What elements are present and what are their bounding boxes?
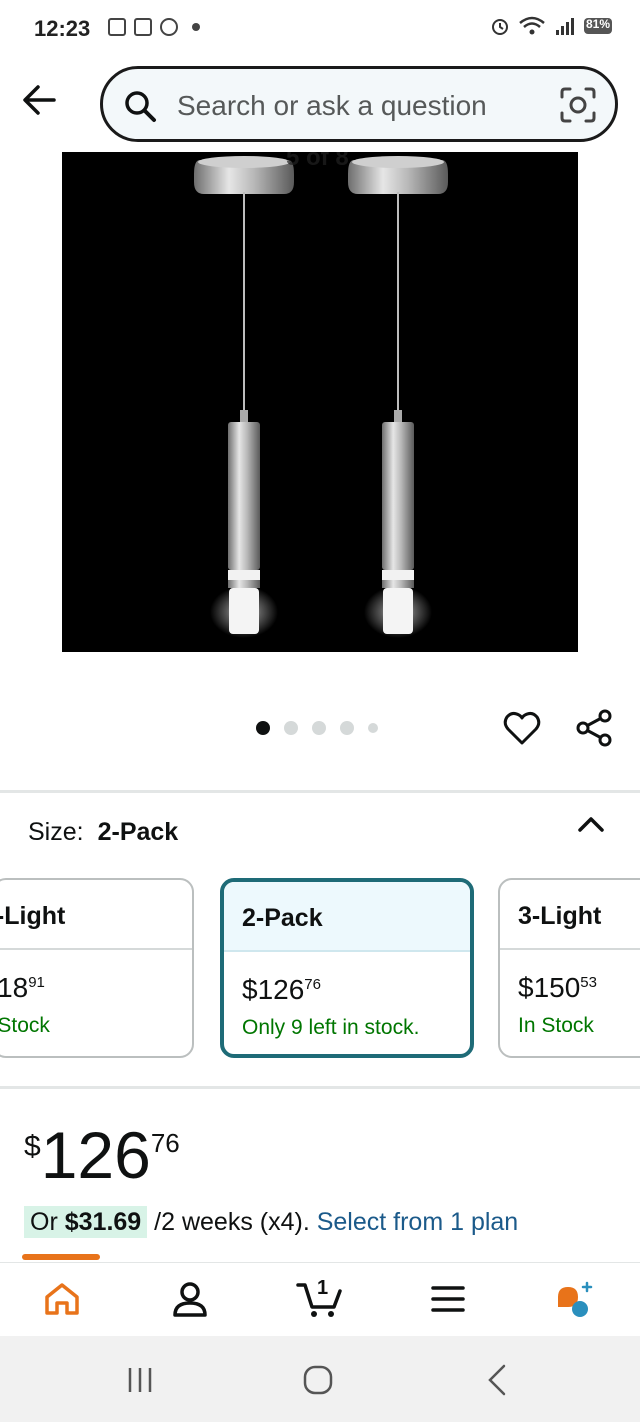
heart-icon[interactable] xyxy=(502,708,542,748)
system-navigation-bar xyxy=(0,1336,640,1422)
installment-prefix: Or xyxy=(30,1208,58,1236)
home-icon[interactable] xyxy=(42,1279,82,1319)
size-label: Size: 2-Pack xyxy=(28,818,178,847)
size-option-price-whole: $126 xyxy=(242,974,305,1005)
carousel-dot[interactable] xyxy=(340,721,354,735)
gallery-icon xyxy=(134,18,152,36)
size-option-3-light[interactable]: 3-Light $15053 In Stock xyxy=(498,878,640,1058)
battery-icon: 81% xyxy=(584,17,612,34)
size-option-stock: In Stock xyxy=(518,1014,594,1037)
size-option-price: $15053 xyxy=(500,950,640,1004)
account-icon[interactable] xyxy=(170,1279,210,1319)
status-time: 12:23 xyxy=(34,16,91,41)
price-fraction: 76 xyxy=(150,1128,180,1158)
carousel-dot[interactable] xyxy=(312,721,326,735)
size-label-text: Size: xyxy=(28,818,84,846)
image-counter: 5 of 8 xyxy=(286,152,349,171)
menu-icon[interactable] xyxy=(428,1279,468,1319)
divider xyxy=(0,790,640,793)
size-option-name: 2-Pack xyxy=(224,882,470,952)
wifi-icon xyxy=(519,16,545,35)
carousel-dots[interactable] xyxy=(256,721,378,735)
search-bar[interactable]: Search or ask a question xyxy=(100,66,618,142)
size-option-price-frac: 53 xyxy=(580,974,597,991)
battery-level: 81% xyxy=(585,17,611,31)
carousel-dot[interactable] xyxy=(368,723,378,733)
size-option-price-frac: 91 xyxy=(28,974,45,991)
rufus-icon[interactable] xyxy=(554,1279,594,1319)
size-option-name: 3-Light xyxy=(500,880,640,950)
size-option-2-pack[interactable]: 2-Pack $12676 Only 9 left in stock. xyxy=(220,878,474,1058)
size-option-stock: In Stock xyxy=(0,1014,50,1037)
chevron-up-icon[interactable] xyxy=(574,808,608,842)
more-notifications-icon xyxy=(192,23,200,31)
notification-icons xyxy=(108,18,200,36)
app-notification-icon xyxy=(160,18,178,36)
size-option-price: $12676 xyxy=(224,952,470,1006)
size-option-stock: Only 9 left in stock. xyxy=(242,1016,420,1039)
price-currency: $ xyxy=(24,1130,41,1163)
size-option-1-light[interactable]: 1-Light $11891 In Stock xyxy=(0,878,194,1058)
alarm-icon xyxy=(492,19,508,35)
system-back-icon[interactable] xyxy=(480,1362,516,1398)
cart-button[interactable]: 1 xyxy=(296,1277,346,1319)
search-icon xyxy=(125,91,156,122)
size-option-name: 1-Light xyxy=(0,880,192,950)
signal-icon xyxy=(556,18,574,35)
bottom-nav: 1 xyxy=(0,1262,640,1334)
product-image[interactable]: 5 of 8 xyxy=(62,152,578,652)
size-selected-value: 2-Pack xyxy=(97,818,179,846)
size-option-price-whole: $118 xyxy=(0,972,29,1003)
camera-lens-icon[interactable] xyxy=(559,86,597,124)
carousel-dot[interactable] xyxy=(256,721,270,735)
installment-offer: Or $31.69 /2 weeks (x4). Select from 1 p… xyxy=(24,1206,519,1238)
search-input[interactable]: Search or ask a question xyxy=(177,90,487,122)
product-price: $ 126 76 xyxy=(24,1120,180,1190)
recent-apps-icon[interactable] xyxy=(122,1362,158,1398)
back-arrow-icon[interactable] xyxy=(20,80,60,120)
status-bar: 12:23 81% xyxy=(0,0,640,62)
size-option-price-frac: 76 xyxy=(304,976,321,993)
screenshot-icon xyxy=(108,18,126,36)
installment-period: /2 weeks (x4). xyxy=(154,1208,310,1236)
carousel-dot[interactable] xyxy=(284,721,298,735)
share-icon[interactable] xyxy=(574,708,614,748)
size-option-price: $11891 xyxy=(0,950,192,1004)
system-icons: 81% xyxy=(490,16,612,36)
installment-highlight: Or $31.69 xyxy=(24,1206,148,1238)
divider xyxy=(0,1086,640,1089)
home-button-icon[interactable] xyxy=(300,1362,336,1398)
installment-amount: $31.69 xyxy=(64,1208,142,1236)
pendant-lights-image xyxy=(194,156,448,638)
size-option-price-whole: $150 xyxy=(518,972,581,1003)
select-plan-link[interactable]: Select from 1 plan xyxy=(317,1208,519,1236)
active-tab-indicator xyxy=(22,1254,100,1260)
price-whole: 126 xyxy=(40,1118,151,1192)
cart-count: 1 xyxy=(317,1277,329,1299)
